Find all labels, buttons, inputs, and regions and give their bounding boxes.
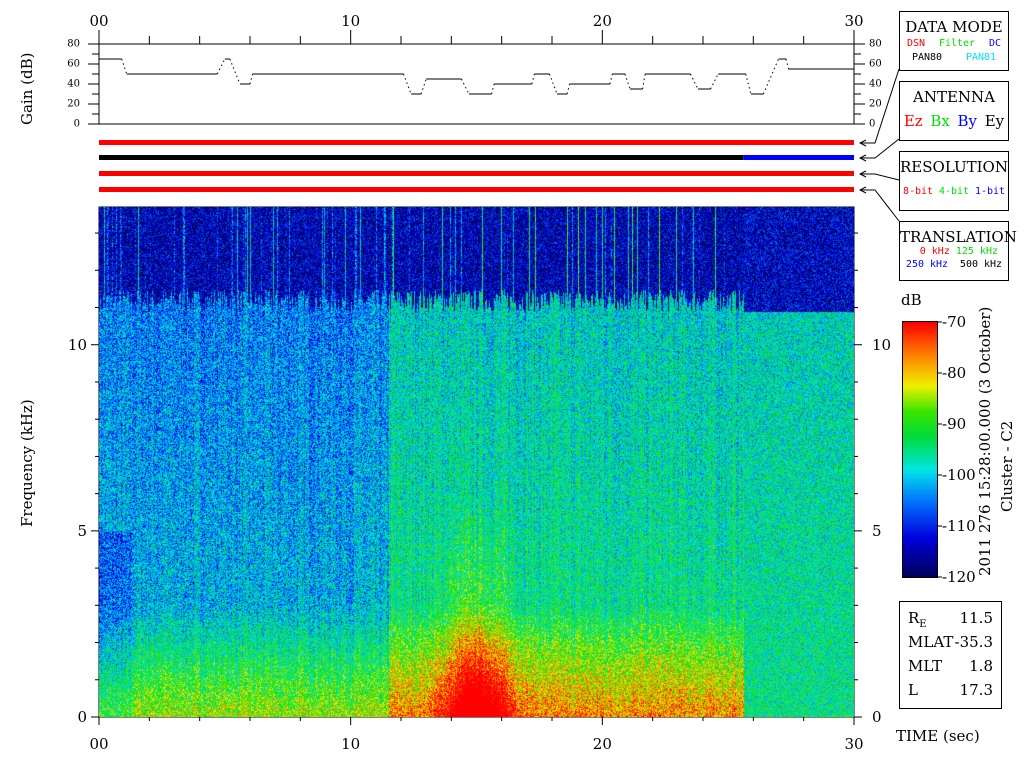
time-tick-label-bottom: 00 — [89, 735, 109, 753]
gain-tick-label-right: 80 — [869, 38, 882, 50]
colorbar-tick-label: -120 — [942, 568, 976, 586]
connector-line — [860, 189, 900, 222]
freq-tick-label-right: 0 — [872, 708, 882, 726]
gain-transition — [549, 73, 558, 95]
gain-transition — [249, 73, 254, 85]
gain-transition — [460, 78, 470, 95]
gain-transition — [624, 73, 631, 90]
orbit-value-mlat: -35.3 — [954, 633, 993, 651]
gain-transition — [216, 58, 226, 75]
legend-filter: Filter — [938, 38, 976, 49]
gain-tick-label-right: 20 — [869, 98, 882, 110]
chart-subtitle: Cluster - C2 — [998, 420, 1016, 512]
resolution-legend: RESOLUTION 8-bit 4-bit 1-bit — [899, 151, 1009, 211]
gain-tick-label: 60 — [67, 58, 80, 70]
gain-tick-label: 0 — [73, 118, 80, 130]
colorbar-unit-label: dB — [901, 291, 922, 309]
legend-4bit: 4-bit — [938, 186, 970, 197]
translation-legend: TRANSLATION 0 kHz 125 kHz 250 kHz 500 kH… — [899, 221, 1017, 281]
legend-0khz: 0 kHz — [919, 246, 950, 257]
gain-transition — [689, 73, 699, 90]
frequency-axis-label: Frequency (kHz) — [18, 399, 36, 527]
status-bar-data-mode — [99, 140, 854, 145]
data-mode-title: DATA MODE — [905, 18, 1003, 36]
gain-tick-label-right: 60 — [869, 58, 882, 70]
orbit-label-re: RE — [908, 609, 927, 630]
colorbar-tick-label: -100 — [942, 466, 976, 484]
legend-pan81: PAN81 — [965, 52, 997, 63]
gain-tick-label: 40 — [67, 78, 80, 90]
colorbar-tick-label: -90 — [942, 415, 967, 433]
spectrogram-heatmap — [99, 207, 854, 717]
time-tick-label-top: 30 — [844, 12, 864, 30]
legend-dsn: DSN — [906, 38, 926, 49]
status-bar-antenna — [743, 155, 854, 160]
orbit-value-mlt: 1.8 — [969, 657, 993, 675]
time-tick-label-bottom: 30 — [844, 735, 864, 753]
colorbar-tick-label: -70 — [942, 313, 967, 331]
legend-125khz: 125 kHz — [955, 246, 998, 257]
gain-tick-label: 20 — [67, 98, 80, 110]
gain-transition — [121, 58, 128, 75]
colorbar-tick-label: -80 — [942, 364, 967, 382]
antenna-legend: ANTENNA Ez Bx By Ey — [899, 81, 1009, 141]
legend-500khz: 500 kHz — [959, 259, 1003, 270]
orbit-info-panel: RE 11.5 MLAT -35.3 MLT 1.8 L 17.3 — [899, 601, 1002, 709]
legend-pan80: PAN80 — [911, 52, 943, 63]
orbit-label-l: L — [908, 681, 918, 699]
gain-transition — [785, 58, 790, 70]
freq-tick-label: 5 — [77, 521, 87, 540]
freq-tick-label-right: 10 — [872, 335, 892, 354]
gain-transition — [403, 73, 412, 95]
status-bar-resolution — [99, 171, 854, 176]
orbit-value-l: 17.3 — [959, 681, 993, 699]
gain-tick-label: 80 — [67, 38, 80, 50]
gain-tick-label-right: 0 — [869, 118, 876, 130]
colorbar-tick-label: -110 — [942, 517, 976, 535]
time-tick-label-top: 20 — [592, 12, 612, 30]
legend-ey: Ey — [984, 112, 1005, 130]
legend-by: By — [957, 112, 978, 130]
status-bar-translation — [99, 187, 854, 192]
freq-tick-label-right: 5 — [872, 521, 882, 540]
colorbar — [902, 321, 938, 578]
time-axis-label: TIME (sec) — [896, 727, 980, 745]
data-mode-legend: DATA MODE DSN Filter DC PAN80 PAN81 — [899, 11, 1009, 71]
legend-dc: DC — [988, 38, 1002, 49]
time-tick-label-top: 00 — [89, 12, 109, 30]
time-tick-label-bottom: 20 — [592, 735, 612, 753]
gain-transition — [531, 73, 535, 85]
gain-transition — [745, 73, 752, 95]
status-bar-antenna — [99, 155, 744, 160]
legend-250khz: 250 kHz — [905, 259, 949, 270]
gain-transition — [491, 83, 495, 95]
translation-title: TRANSLATION — [900, 228, 1017, 246]
orbit-value-re: 11.5 — [959, 609, 993, 627]
time-tick-label-top: 10 — [341, 12, 361, 30]
gain-transition — [420, 78, 427, 95]
legend-8bit: 8-bit — [902, 186, 934, 197]
time-tick-label-bottom: 10 — [341, 735, 361, 753]
gain-transition — [642, 73, 646, 90]
legend-1bit: 1-bit — [974, 186, 1006, 197]
orbit-label-mlat: MLAT — [908, 633, 954, 651]
orbit-label-mlt: MLT — [908, 657, 943, 675]
resolution-title: RESOLUTION — [900, 158, 1008, 176]
gain-transition — [229, 58, 241, 85]
gain-transition — [566, 83, 571, 95]
gain-tick-label-right: 40 — [869, 78, 882, 90]
gain-axis-label: Gain (dB) — [18, 52, 36, 125]
chart-title: 2011 276 15:28:00.000 (3 October) — [976, 306, 994, 576]
freq-tick-label: 0 — [77, 708, 87, 726]
antenna-title: ANTENNA — [913, 88, 995, 106]
gain-transition — [609, 73, 613, 85]
freq-tick-label: 10 — [67, 335, 87, 354]
gain-transition — [710, 73, 719, 90]
gain-transition — [762, 58, 779, 95]
legend-bx: Bx — [930, 112, 950, 130]
legend-ez: Ez — [903, 112, 923, 130]
